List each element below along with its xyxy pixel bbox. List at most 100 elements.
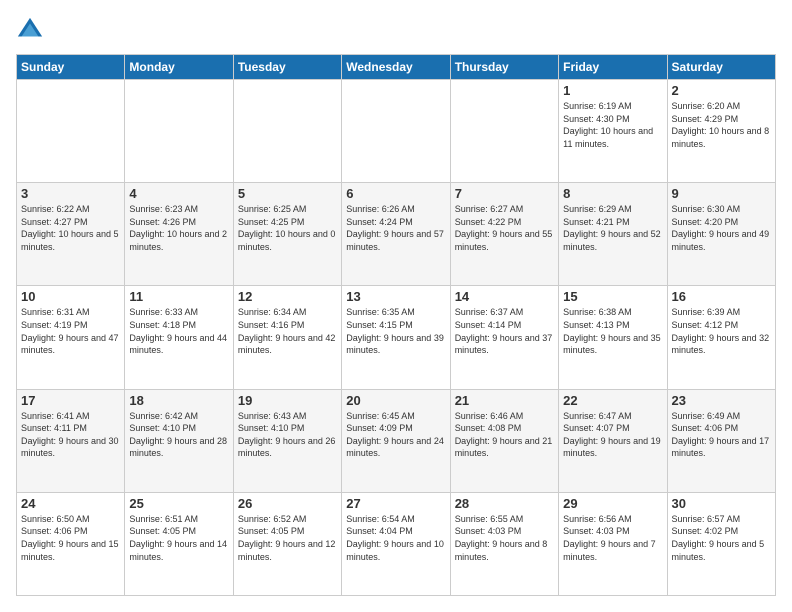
day-number: 27 <box>346 496 445 511</box>
calendar-header-row: SundayMondayTuesdayWednesdayThursdayFrid… <box>17 55 776 80</box>
calendar-cell: 30 Sunrise: 6:57 AM Sunset: 4:02 PM Dayli… <box>667 492 775 595</box>
calendar-cell: 14 Sunrise: 6:37 AM Sunset: 4:14 PM Dayli… <box>450 286 558 389</box>
day-number: 8 <box>563 186 662 201</box>
calendar-cell: 24 Sunrise: 6:50 AM Sunset: 4:06 PM Dayli… <box>17 492 125 595</box>
day-number: 25 <box>129 496 228 511</box>
day-info: Sunrise: 6:54 AM Sunset: 4:04 PM Dayligh… <box>346 513 445 563</box>
logo-icon <box>16 16 44 44</box>
header <box>16 16 776 44</box>
day-number: 23 <box>672 393 771 408</box>
calendar-cell: 11 Sunrise: 6:33 AM Sunset: 4:18 PM Dayli… <box>125 286 233 389</box>
day-info: Sunrise: 6:39 AM Sunset: 4:12 PM Dayligh… <box>672 306 771 356</box>
day-info: Sunrise: 6:45 AM Sunset: 4:09 PM Dayligh… <box>346 410 445 460</box>
day-info: Sunrise: 6:31 AM Sunset: 4:19 PM Dayligh… <box>21 306 120 356</box>
weekday-header: Tuesday <box>233 55 341 80</box>
calendar-table: SundayMondayTuesdayWednesdayThursdayFrid… <box>16 54 776 596</box>
calendar-cell: 5 Sunrise: 6:25 AM Sunset: 4:25 PM Daylig… <box>233 183 341 286</box>
calendar-cell: 12 Sunrise: 6:34 AM Sunset: 4:16 PM Dayli… <box>233 286 341 389</box>
calendar-cell: 4Sunrise: 6:23 AM Sunset: 4:26 PM Daylig… <box>125 183 233 286</box>
calendar-cell: 28Sunrise: 6:55 AM Sunset: 4:03 PM Dayli… <box>450 492 558 595</box>
calendar-cell: 16Sunrise: 6:39 AM Sunset: 4:12 PM Dayli… <box>667 286 775 389</box>
weekday-header: Wednesday <box>342 55 450 80</box>
calendar-cell: 3 Sunrise: 6:22 AM Sunset: 4:27 PM Daylig… <box>17 183 125 286</box>
day-info: Sunrise: 6:55 AM Sunset: 4:03 PM Dayligh… <box>455 513 554 563</box>
day-info: Sunrise: 6:33 AM Sunset: 4:18 PM Dayligh… <box>129 306 228 356</box>
calendar-cell: 9Sunrise: 6:30 AM Sunset: 4:20 PM Daylig… <box>667 183 775 286</box>
day-info: Sunrise: 6:42 AM Sunset: 4:10 PM Dayligh… <box>129 410 228 460</box>
day-number: 26 <box>238 496 337 511</box>
day-number: 29 <box>563 496 662 511</box>
day-number: 5 <box>238 186 337 201</box>
day-number: 14 <box>455 289 554 304</box>
calendar-cell: 20 Sunrise: 6:45 AM Sunset: 4:09 PM Dayli… <box>342 389 450 492</box>
calendar-cell: 22 Sunrise: 6:47 AM Sunset: 4:07 PM Dayli… <box>559 389 667 492</box>
day-info: Sunrise: 6:27 AM Sunset: 4:22 PM Dayligh… <box>455 203 554 253</box>
calendar-cell <box>125 80 233 183</box>
calendar-week-row: 1 Sunrise: 6:19 AM Sunset: 4:30 PM Daylig… <box>17 80 776 183</box>
day-info: Sunrise: 6:43 AM Sunset: 4:10 PM Dayligh… <box>238 410 337 460</box>
calendar-body: 1 Sunrise: 6:19 AM Sunset: 4:30 PM Daylig… <box>17 80 776 596</box>
day-info: Sunrise: 6:57 AM Sunset: 4:02 PM Dayligh… <box>672 513 771 563</box>
day-info: Sunrise: 6:47 AM Sunset: 4:07 PM Dayligh… <box>563 410 662 460</box>
calendar-cell: 13 Sunrise: 6:35 AM Sunset: 4:15 PM Dayli… <box>342 286 450 389</box>
calendar-week-row: 10 Sunrise: 6:31 AM Sunset: 4:19 PM Dayli… <box>17 286 776 389</box>
day-number: 21 <box>455 393 554 408</box>
day-number: 4 <box>129 186 228 201</box>
day-info: Sunrise: 6:41 AM Sunset: 4:11 PM Dayligh… <box>21 410 120 460</box>
day-info: Sunrise: 6:46 AM Sunset: 4:08 PM Dayligh… <box>455 410 554 460</box>
calendar-cell: 2 Sunrise: 6:20 AM Sunset: 4:29 PM Daylig… <box>667 80 775 183</box>
day-info: Sunrise: 6:19 AM Sunset: 4:30 PM Dayligh… <box>563 100 662 150</box>
day-number: 19 <box>238 393 337 408</box>
calendar-cell: 17 Sunrise: 6:41 AM Sunset: 4:11 PM Dayli… <box>17 389 125 492</box>
calendar-week-row: 17 Sunrise: 6:41 AM Sunset: 4:11 PM Dayli… <box>17 389 776 492</box>
calendar-cell: 23 Sunrise: 6:49 AM Sunset: 4:06 PM Dayli… <box>667 389 775 492</box>
day-number: 18 <box>129 393 228 408</box>
calendar-cell: 10 Sunrise: 6:31 AM Sunset: 4:19 PM Dayli… <box>17 286 125 389</box>
day-info: Sunrise: 6:20 AM Sunset: 4:29 PM Dayligh… <box>672 100 771 150</box>
calendar-cell <box>17 80 125 183</box>
calendar-cell: 1 Sunrise: 6:19 AM Sunset: 4:30 PM Daylig… <box>559 80 667 183</box>
day-number: 1 <box>563 83 662 98</box>
calendar-cell: 15 Sunrise: 6:38 AM Sunset: 4:13 PM Dayli… <box>559 286 667 389</box>
day-number: 12 <box>238 289 337 304</box>
day-number: 15 <box>563 289 662 304</box>
calendar-cell: 21 Sunrise: 6:46 AM Sunset: 4:08 PM Dayli… <box>450 389 558 492</box>
day-info: Sunrise: 6:52 AM Sunset: 4:05 PM Dayligh… <box>238 513 337 563</box>
day-number: 11 <box>129 289 228 304</box>
day-info: Sunrise: 6:35 AM Sunset: 4:15 PM Dayligh… <box>346 306 445 356</box>
day-number: 24 <box>21 496 120 511</box>
page: SundayMondayTuesdayWednesdayThursdayFrid… <box>0 0 792 612</box>
day-number: 17 <box>21 393 120 408</box>
weekday-header: Saturday <box>667 55 775 80</box>
calendar-week-row: 3 Sunrise: 6:22 AM Sunset: 4:27 PM Daylig… <box>17 183 776 286</box>
calendar-cell <box>450 80 558 183</box>
day-number: 2 <box>672 83 771 98</box>
day-info: Sunrise: 6:37 AM Sunset: 4:14 PM Dayligh… <box>455 306 554 356</box>
day-number: 22 <box>563 393 662 408</box>
day-info: Sunrise: 6:29 AM Sunset: 4:21 PM Dayligh… <box>563 203 662 253</box>
weekday-header: Sunday <box>17 55 125 80</box>
weekday-header: Friday <box>559 55 667 80</box>
day-info: Sunrise: 6:50 AM Sunset: 4:06 PM Dayligh… <box>21 513 120 563</box>
calendar-cell: 6Sunrise: 6:26 AM Sunset: 4:24 PM Daylig… <box>342 183 450 286</box>
day-info: Sunrise: 6:22 AM Sunset: 4:27 PM Dayligh… <box>21 203 120 253</box>
day-info: Sunrise: 6:34 AM Sunset: 4:16 PM Dayligh… <box>238 306 337 356</box>
calendar-cell: 19 Sunrise: 6:43 AM Sunset: 4:10 PM Dayli… <box>233 389 341 492</box>
day-number: 20 <box>346 393 445 408</box>
day-info: Sunrise: 6:38 AM Sunset: 4:13 PM Dayligh… <box>563 306 662 356</box>
day-number: 13 <box>346 289 445 304</box>
day-number: 10 <box>21 289 120 304</box>
day-number: 30 <box>672 496 771 511</box>
calendar-week-row: 24 Sunrise: 6:50 AM Sunset: 4:06 PM Dayli… <box>17 492 776 595</box>
day-number: 3 <box>21 186 120 201</box>
logo <box>16 16 48 44</box>
day-info: Sunrise: 6:30 AM Sunset: 4:20 PM Dayligh… <box>672 203 771 253</box>
day-info: Sunrise: 6:49 AM Sunset: 4:06 PM Dayligh… <box>672 410 771 460</box>
day-info: Sunrise: 6:25 AM Sunset: 4:25 PM Dayligh… <box>238 203 337 253</box>
calendar-cell: 27 Sunrise: 6:54 AM Sunset: 4:04 PM Dayli… <box>342 492 450 595</box>
day-number: 7 <box>455 186 554 201</box>
weekday-header: Monday <box>125 55 233 80</box>
calendar-cell: 18 Sunrise: 6:42 AM Sunset: 4:10 PM Dayli… <box>125 389 233 492</box>
calendar-cell <box>233 80 341 183</box>
day-info: Sunrise: 6:56 AM Sunset: 4:03 PM Dayligh… <box>563 513 662 563</box>
